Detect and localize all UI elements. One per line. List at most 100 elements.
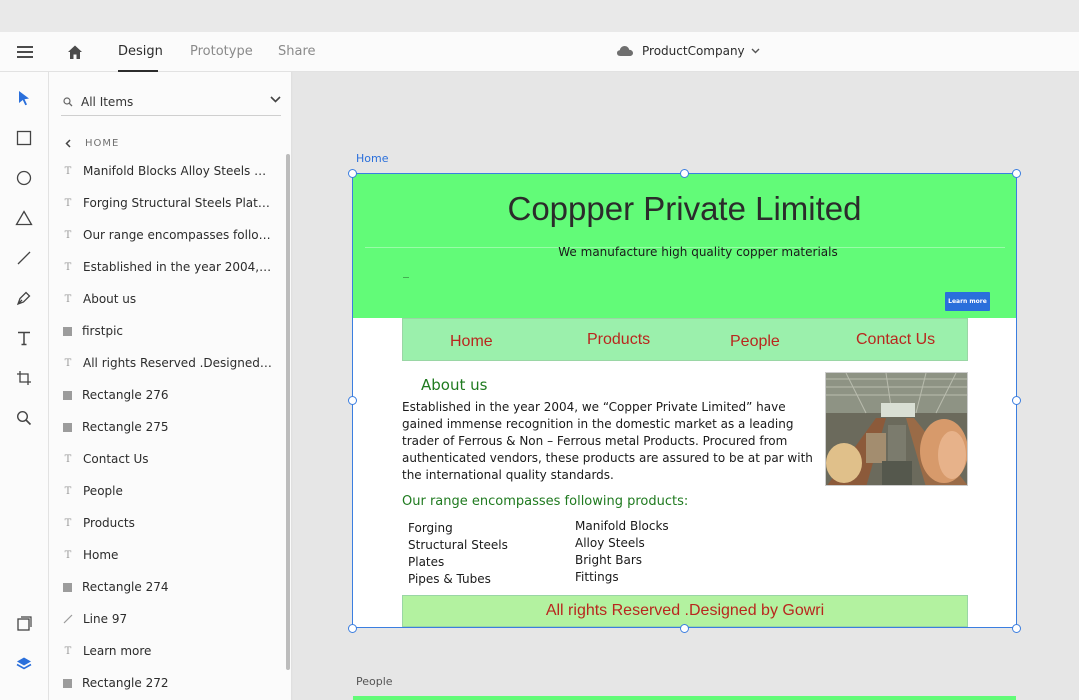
layer-item-label: Products (83, 516, 135, 530)
rectangle-layer-icon (63, 678, 72, 688)
layer-item-label: Rectangle 274 (82, 580, 169, 594)
hero-banner[interactable]: Coppper Private Limited We manufacture h… (353, 173, 1016, 318)
layer-item[interactable]: Line 97 (63, 609, 273, 629)
product-item: Manifold Blocks (575, 519, 669, 533)
resize-handle[interactable] (1012, 624, 1021, 633)
text-layer-icon: T (64, 517, 72, 529)
about-heading[interactable]: About us (421, 376, 487, 394)
document-switcher[interactable]: ProductCompany (616, 44, 768, 58)
select-tool-icon[interactable] (14, 88, 34, 108)
layer-item[interactable]: T About us (63, 289, 273, 309)
layer-item-label: Learn more (83, 644, 152, 658)
layers-breadcrumb[interactable]: HOME (65, 138, 119, 149)
app-window: Design Prototype Share ProductCompany Al… (0, 0, 1079, 700)
layer-item[interactable]: T Home (63, 545, 273, 565)
layer-item[interactable]: Rectangle 272 (63, 673, 273, 693)
resize-handle[interactable] (348, 624, 357, 633)
layers-panel-icon[interactable] (14, 654, 34, 674)
footer-bar[interactable]: All rights Reserved .Designed by Gowri (402, 595, 968, 627)
resize-handle[interactable] (348, 396, 357, 405)
rectangle-tool-icon[interactable] (14, 128, 34, 148)
ellipse-tool-icon[interactable] (14, 168, 34, 188)
hero-subtitle[interactable]: We manufacture high quality copper mater… (353, 245, 1043, 259)
tab-share[interactable]: Share (278, 44, 316, 59)
triangle-tool-icon[interactable] (14, 208, 34, 228)
tab-design[interactable]: Design (118, 44, 163, 59)
hero-title[interactable]: Coppper Private Limited (353, 190, 1016, 228)
document-name: ProductCompany (642, 44, 745, 58)
rectangle-layer-icon (63, 582, 72, 592)
layer-item-label: Manifold Blocks Alloy Steels Brig... (83, 164, 273, 178)
pen-tool-icon[interactable] (14, 288, 34, 308)
layer-item[interactable]: T Our range encompasses followin... (63, 225, 273, 245)
product-item: Fittings (575, 570, 619, 584)
learn-more-button[interactable]: Learn more (945, 292, 990, 311)
text-tool-icon[interactable] (14, 328, 34, 348)
layers-panel: All Items HOME T Manifold Blocks Alloy St… (49, 72, 292, 700)
layer-item[interactable]: T Established in the year 2004, we... (63, 257, 273, 277)
layer-item[interactable]: T Products (63, 513, 273, 533)
nav-item-home[interactable]: Home (450, 333, 493, 351)
resize-handle[interactable] (680, 169, 689, 178)
about-paragraph[interactable]: Established in the year 2004, we “Copper… (402, 399, 817, 484)
product-item: Forging (408, 521, 453, 535)
layer-item[interactable]: T Manifold Blocks Alloy Steels Brig... (63, 161, 273, 181)
nav-bar[interactable]: Home Products People Contact Us (402, 318, 968, 361)
hero-small-dash (403, 277, 409, 278)
products-list-left[interactable]: Forging Structural Steels Plates Pipes &… (408, 520, 508, 588)
product-item: Pipes & Tubes (408, 572, 491, 586)
layer-item[interactable]: T Learn more (63, 641, 273, 661)
assets-panel-icon[interactable] (14, 614, 34, 634)
product-item: Plates (408, 555, 445, 569)
layers-scrollbar[interactable] (286, 154, 290, 670)
layer-item[interactable]: T People (63, 481, 273, 501)
layer-item[interactable]: T All rights Reserved .Designed by... (63, 353, 273, 373)
products-list-right[interactable]: Manifold Blocks Alloy Steels Bright Bars… (575, 518, 669, 586)
layer-item[interactable]: T Contact Us (63, 449, 273, 469)
layer-item-label: Home (83, 548, 119, 562)
text-layer-icon: T (64, 293, 72, 305)
layer-item[interactable]: firstpic (63, 321, 273, 341)
resize-handle[interactable] (348, 169, 357, 178)
text-layer-icon: T (64, 197, 72, 209)
home-icon[interactable] (66, 43, 84, 61)
factory-photo[interactable] (825, 372, 968, 486)
hamburger-menu-icon[interactable] (17, 46, 33, 58)
layers-search-field[interactable]: All Items (61, 88, 281, 116)
layers-search-value: All Items (81, 94, 134, 109)
chevron-down-icon[interactable] (270, 96, 281, 103)
artboard-tool-icon[interactable] (14, 368, 34, 388)
layer-item-label: Forging Structural Steels Plates... (83, 196, 273, 210)
products-range-heading[interactable]: Our range encompasses following products… (402, 494, 688, 509)
zoom-tool-icon[interactable] (14, 408, 34, 428)
artboard-label-home[interactable]: Home (356, 152, 388, 165)
layer-item-label: Rectangle 272 (82, 676, 169, 690)
resize-handle[interactable] (1012, 396, 1021, 405)
tool-bar (0, 72, 49, 700)
line-tool-icon[interactable] (14, 248, 34, 268)
artboard-people[interactable] (353, 696, 1016, 700)
tab-prototype[interactable]: Prototype (190, 44, 253, 59)
layer-item[interactable]: T Forging Structural Steels Plates... (63, 193, 273, 213)
nav-item-contact-us[interactable]: Contact Us (856, 331, 935, 349)
text-layer-icon: T (64, 357, 72, 369)
artboard-label-people[interactable]: People (356, 675, 393, 688)
rectangle-layer-icon (63, 326, 72, 336)
resize-handle[interactable] (1012, 169, 1021, 178)
layer-item-label: Rectangle 276 (82, 388, 169, 402)
layer-item[interactable]: Rectangle 275 (63, 417, 273, 437)
product-item: Structural Steels (408, 538, 508, 552)
chevron-left-icon (65, 139, 71, 148)
text-layer-icon: T (64, 165, 72, 177)
nav-item-people[interactable]: People (730, 333, 780, 351)
artboard-home[interactable]: Coppper Private Limited We manufacture h… (353, 173, 1016, 628)
top-bar: Design Prototype Share ProductCompany (0, 32, 1079, 72)
resize-handle[interactable] (680, 624, 689, 633)
layer-item-label: People (83, 484, 123, 498)
layer-item-label: firstpic (82, 324, 123, 338)
text-layer-icon: T (64, 485, 72, 497)
nav-item-products[interactable]: Products (587, 331, 650, 349)
layer-item[interactable]: Rectangle 274 (63, 577, 273, 597)
layer-item[interactable]: Rectangle 276 (63, 385, 273, 405)
product-item: Bright Bars (575, 553, 643, 567)
